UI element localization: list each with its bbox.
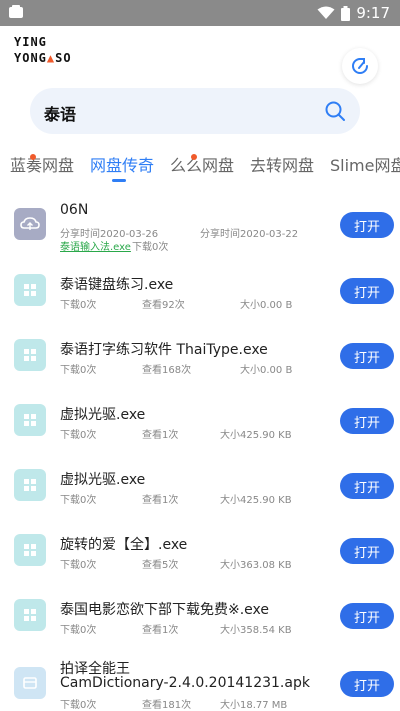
download-count: 下载0次 <box>60 430 97 441</box>
list-item[interactable]: 06N 分享时间2020-03-26 分享时间2020-03-22 泰语输入法.… <box>0 192 400 257</box>
file-size: 大小0.00 B <box>240 365 293 376</box>
list-item[interactable]: 虚拟光驱.exe 下载0次 查看1次 大小425.90 KB 打开 <box>0 452 400 517</box>
view-count: 查看1次 <box>142 625 179 636</box>
windows-icon <box>14 534 46 566</box>
tab-meme[interactable]: 么么网盘 <box>170 152 234 176</box>
refresh-button[interactable] <box>342 48 378 84</box>
file-title: 旋转的爱【全】.exe <box>60 537 188 553</box>
list-item[interactable]: 旋转的爱【全】.exe 下载0次 查看5次 大小363.08 KB 打开 <box>0 517 400 582</box>
download-count: 下载0次 <box>60 700 97 711</box>
logo-line2-end: SO <box>55 51 72 65</box>
view-count: 查看92次 <box>142 300 185 311</box>
windows-icon <box>14 404 46 436</box>
open-button[interactable]: 打开 <box>340 408 394 434</box>
windows-icon <box>14 339 46 371</box>
open-button[interactable]: 打开 <box>340 473 394 499</box>
list-item[interactable]: 虚拟光驱.exe 下载0次 查看1次 大小425.90 KB 打开 <box>0 387 400 452</box>
windows-icon <box>14 469 46 501</box>
list-item[interactable]: 拍译全能王 CamDictionary-2.4.0.20141231.apk 下… <box>0 647 400 711</box>
download-count: 下载0次 <box>132 242 169 253</box>
apk-icon <box>14 667 46 699</box>
file-size: 大小425.90 KB <box>220 495 292 506</box>
battery-icon <box>341 5 351 21</box>
download-count: 下载0次 <box>60 300 97 311</box>
file-title: 06N <box>60 202 89 218</box>
file-size: 大小358.54 KB <box>220 625 292 636</box>
logo-line2: YONG▲SO <box>14 50 104 66</box>
file-title: 虚拟光驱.exe <box>60 472 146 488</box>
status-time: 9:17 <box>356 4 390 22</box>
file-size: 大小18.77 MB <box>220 700 288 711</box>
open-button[interactable]: 打开 <box>340 671 394 697</box>
wifi-icon <box>317 6 335 19</box>
view-count: 查看1次 <box>142 430 179 441</box>
logo-line1: YING <box>14 35 47 49</box>
app-logo: YING YONG▲SO <box>14 34 104 70</box>
windows-icon <box>14 599 46 631</box>
file-title: 泰语键盘练习.exe <box>60 277 174 293</box>
view-count: 查看181次 <box>142 700 192 711</box>
list-item[interactable]: 泰语打字练习软件 ThaiType.exe 下载0次 查看168次 大小0.00… <box>0 322 400 387</box>
file-size: 大小425.90 KB <box>220 430 292 441</box>
logo-line2-text: YONG <box>14 51 47 65</box>
open-button[interactable]: 打开 <box>340 278 394 304</box>
download-count: 下载0次 <box>60 560 97 571</box>
file-size: 大小363.08 KB <box>220 560 292 571</box>
file-title: 泰国电影恋欲下部下载免费※.exe <box>60 602 270 618</box>
search-input[interactable]: 泰语 <box>44 101 76 125</box>
open-button[interactable]: 打开 <box>340 212 394 238</box>
download-count: 下载0次 <box>60 495 97 506</box>
windows-icon <box>14 274 46 306</box>
open-button[interactable]: 打开 <box>340 343 394 369</box>
tab-wangpan-chuanqi[interactable]: 网盘传奇 <box>90 152 154 176</box>
file-title: 泰语打字练习软件 ThaiType.exe <box>60 342 268 358</box>
active-tab-indicator <box>112 179 126 182</box>
search-bar[interactable]: 泰语 <box>30 88 360 134</box>
view-count: 查看5次 <box>142 560 179 571</box>
status-bar: 9:17 <box>0 0 400 26</box>
tab-lanzou[interactable]: 蓝奏网盘 <box>10 152 74 176</box>
badge-dot <box>30 154 36 160</box>
badge-dot <box>191 154 197 160</box>
file-title: 虚拟光驱.exe <box>60 407 146 423</box>
share-time: 分享时间2020-03-22 <box>200 229 299 240</box>
view-count: 查看1次 <box>142 495 179 506</box>
tab-slime[interactable]: Slime网盘 <box>330 152 400 176</box>
list-item[interactable]: 泰语键盘练习.exe 下载0次 查看92次 大小0.00 B 打开 <box>0 257 400 322</box>
list-item[interactable]: 泰国电影恋欲下部下载免费※.exe 下载0次 查看1次 大小358.54 KB … <box>0 582 400 647</box>
open-button[interactable]: 打开 <box>340 603 394 629</box>
file-link[interactable]: 泰语输入法.exe <box>60 238 131 253</box>
flame-icon: ▲ <box>46 51 56 65</box>
open-button[interactable]: 打开 <box>340 538 394 564</box>
source-tabs: 蓝奏网盘 网盘传奇 么么网盘 去转网盘 Slime网盘 <box>0 152 400 176</box>
tab-quzhuan[interactable]: 去转网盘 <box>250 152 314 176</box>
refresh-icon <box>352 58 368 74</box>
download-count: 下载0次 <box>60 625 97 636</box>
cloud-icon <box>14 208 46 240</box>
file-size: 大小0.00 B <box>240 300 293 311</box>
notification-icon <box>9 5 23 18</box>
download-count: 下载0次 <box>60 365 97 376</box>
file-subtitle: CamDictionary-2.4.0.20141231.apk <box>60 675 310 691</box>
view-count: 查看168次 <box>142 365 192 376</box>
search-icon[interactable] <box>324 100 346 122</box>
